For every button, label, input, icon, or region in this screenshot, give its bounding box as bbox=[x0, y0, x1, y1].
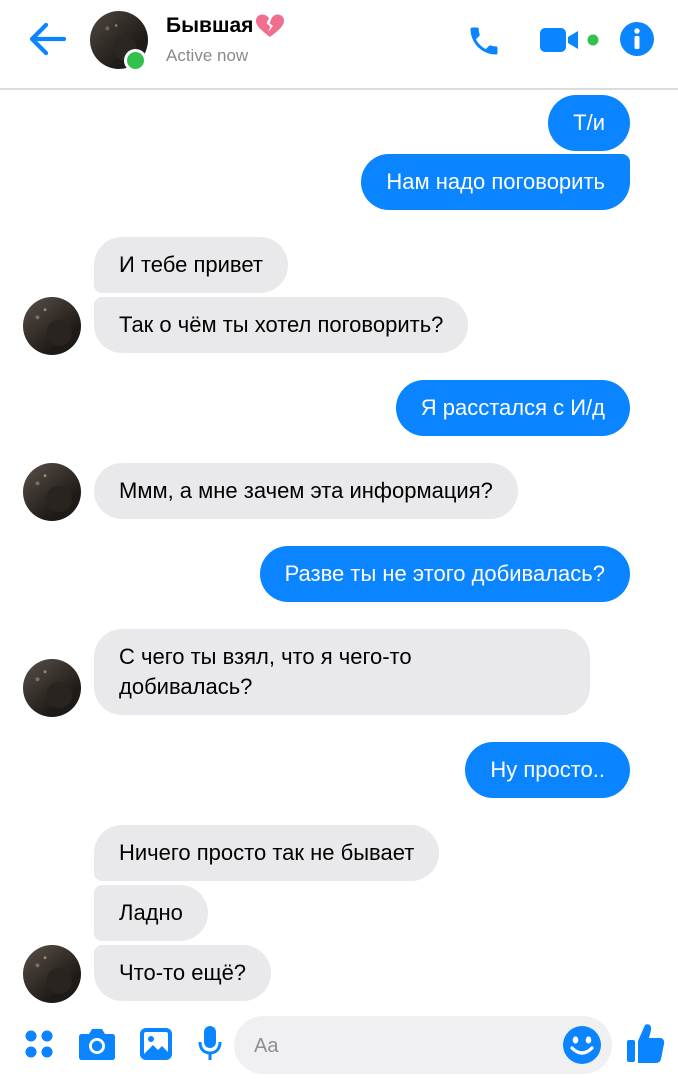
gallery-icon[interactable] bbox=[139, 1027, 173, 1061]
contact-name-text: Бывшая bbox=[166, 14, 254, 37]
message-input-container[interactable] bbox=[234, 1016, 612, 1074]
online-indicator bbox=[124, 49, 147, 72]
incoming-message-line: добивалась? bbox=[119, 674, 253, 699]
contact-avatar-small[interactable] bbox=[23, 297, 81, 355]
emoji-icon[interactable] bbox=[562, 1025, 602, 1065]
outgoing-message[interactable]: Т/и bbox=[548, 95, 630, 151]
incoming-message[interactable]: Так о чём ты хотел поговорить? bbox=[94, 297, 469, 353]
outgoing-message[interactable]: Я расстался с И/д bbox=[395, 380, 630, 436]
contact-avatar-small[interactable] bbox=[23, 945, 81, 1003]
incoming-message[interactable]: Ничего просто так не бывает bbox=[94, 825, 440, 881]
outgoing-message[interactable]: Разве ты не этого добивалась? bbox=[259, 546, 630, 602]
info-icon[interactable] bbox=[619, 21, 655, 57]
incoming-message[interactable]: И тебе привет bbox=[94, 237, 288, 293]
outgoing-message[interactable]: Нам надо поговорить bbox=[361, 154, 630, 210]
contact-name[interactable]: Бывшая bbox=[166, 14, 285, 38]
contact-avatar-small[interactable] bbox=[23, 659, 81, 717]
broken-heart-icon bbox=[256, 14, 285, 38]
incoming-message-multiline[interactable]: С чего ты взял, что я чего-то добивалась… bbox=[94, 629, 590, 715]
phone-icon[interactable] bbox=[466, 23, 502, 59]
microphone-icon[interactable] bbox=[198, 1025, 222, 1063]
camera-icon[interactable] bbox=[78, 1027, 116, 1061]
contact-avatar-small[interactable] bbox=[23, 463, 81, 521]
contact-status: Active now bbox=[166, 46, 249, 65]
video-camera-icon[interactable] bbox=[538, 25, 602, 55]
back-arrow-icon[interactable] bbox=[28, 22, 68, 56]
message-input[interactable] bbox=[252, 1030, 556, 1062]
apps-icon[interactable] bbox=[24, 1029, 54, 1059]
thumbs-up-icon[interactable] bbox=[626, 1022, 666, 1064]
outgoing-message[interactable]: Ну просто.. bbox=[465, 742, 630, 798]
incoming-message[interactable]: Ладно bbox=[94, 885, 208, 941]
incoming-message[interactable]: Что-то ещё? bbox=[94, 945, 272, 1001]
chat-header: Бывшая Active now bbox=[0, 0, 678, 90]
incoming-message-line: С чего ты взял, что я чего-то bbox=[119, 644, 412, 669]
incoming-message[interactable]: Ммм, а мне зачем эта информация? bbox=[94, 463, 518, 519]
